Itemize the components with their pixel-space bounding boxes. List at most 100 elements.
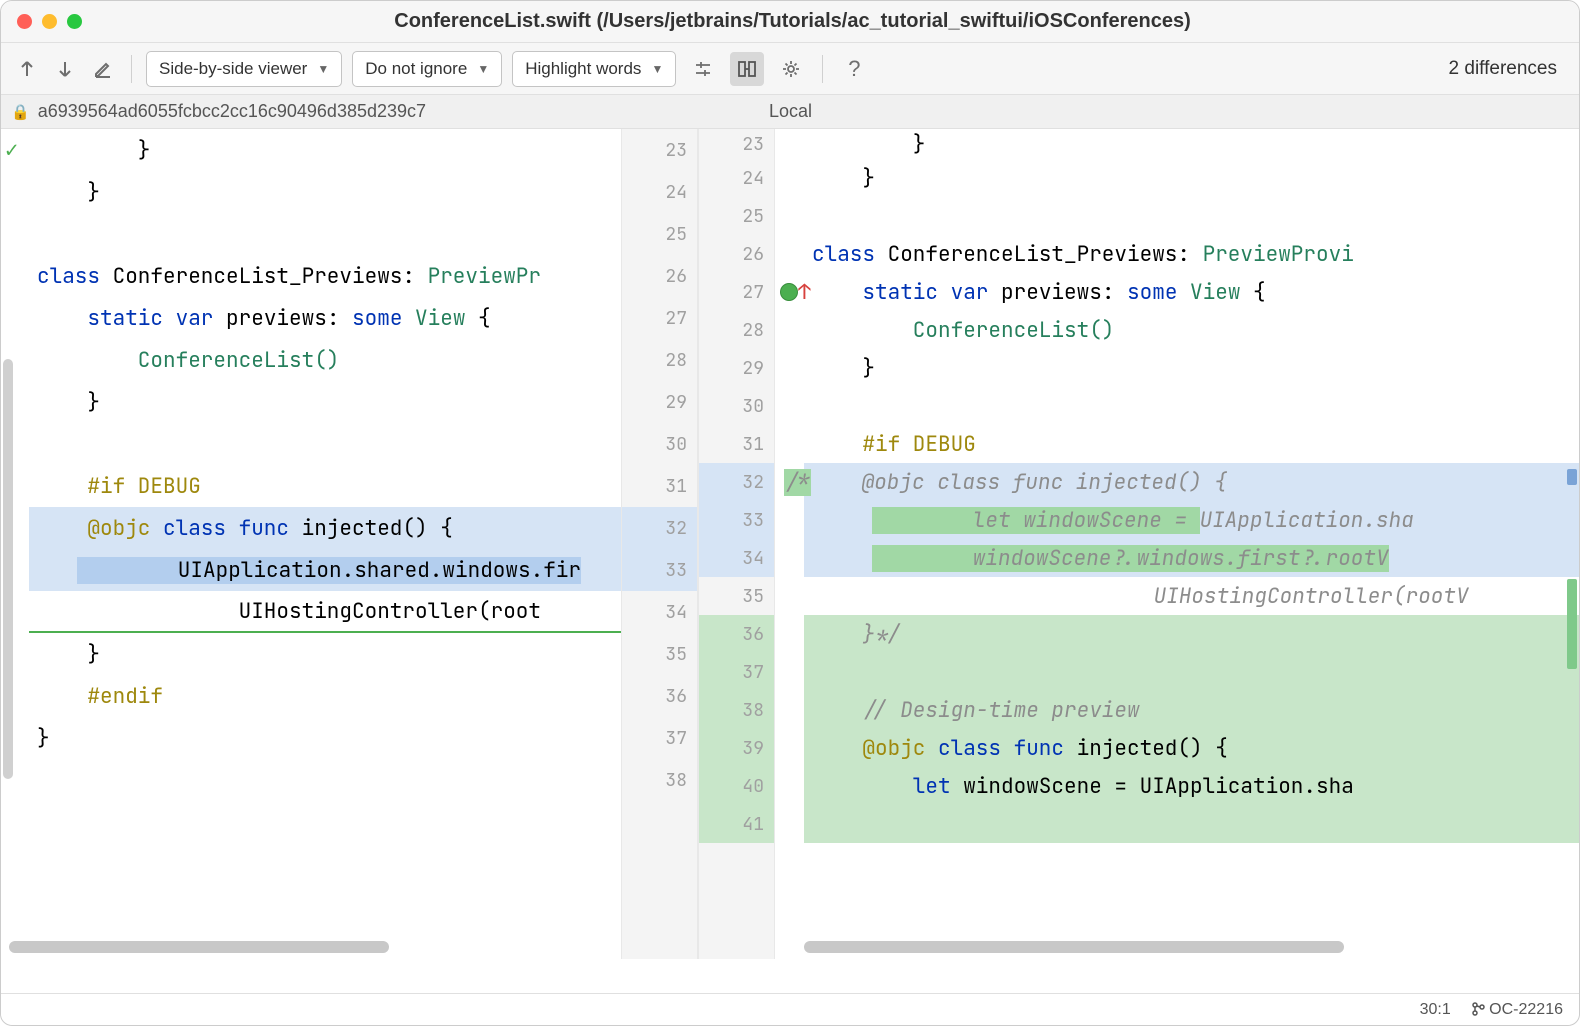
line-number: 39 [699, 729, 774, 767]
line-number: 31 [699, 425, 774, 463]
window-title: ConferenceList.swift (/Users/jetbrains/T… [22, 10, 1563, 33]
code-line [29, 213, 621, 255]
left-line-numbers: 23 24 25 26 27 28 29 30 31 32 33 34 35 3… [621, 129, 698, 959]
line-number: 23 [622, 129, 697, 171]
line-number: 30 [699, 387, 774, 425]
fold-badge-icon[interactable] [780, 283, 798, 301]
line-number: 28 [699, 311, 774, 349]
code-line: UIHostingController(root [29, 591, 621, 633]
code-line [804, 387, 1579, 425]
code-line: } [29, 171, 621, 213]
ignore-mode-label: Do not ignore [365, 59, 467, 79]
line-number: 26 [699, 235, 774, 273]
line-number: 27 [622, 297, 697, 339]
line-number: 32 [622, 507, 697, 549]
code-line: } [804, 129, 1579, 159]
settings-button[interactable] [774, 52, 808, 86]
line-number: 29 [622, 381, 697, 423]
code-line: @objc class func injected() { [29, 507, 621, 549]
code-line: } [804, 159, 1579, 197]
lock-icon: 🔒 [11, 103, 30, 121]
highlight-mode-dropdown[interactable]: Highlight words ▼ [512, 51, 676, 87]
line-number: 32 [699, 463, 774, 501]
code-line: }*/ [804, 615, 1579, 653]
line-number: 37 [699, 653, 774, 691]
code-line: } [29, 129, 621, 171]
horizontal-scrollbar[interactable] [9, 941, 389, 953]
status-bar: 30:1 OC-22216 [1, 993, 1579, 1025]
line-number: 27 [699, 273, 774, 311]
line-number: 26 [622, 255, 697, 297]
code-line: /* @objc class func injected() { [804, 463, 1579, 501]
line-number: 30 [622, 423, 697, 465]
diff-count-label: 2 differences [1449, 58, 1567, 80]
code-line: // Design-time preview [804, 691, 1579, 729]
line-number: 33 [622, 549, 697, 591]
right-error-stripe[interactable] [1565, 129, 1579, 959]
help-button[interactable]: ? [837, 52, 871, 86]
prev-diff-button[interactable] [13, 55, 41, 83]
line-number: 33 [699, 501, 774, 539]
code-line: let windowScene = UIApplication.sha [804, 767, 1579, 805]
line-number-gutter: 23 24 25 26 27 28 29 30 31 32 33 34 35 3… [621, 129, 776, 959]
viewer-mode-label: Side-by-side viewer [159, 59, 307, 79]
code-line: ↑ static var previews: some View { [804, 273, 1579, 311]
vertical-scrollbar[interactable] [3, 359, 13, 779]
ignore-mode-dropdown[interactable]: Do not ignore ▼ [352, 51, 502, 87]
line-number: 25 [699, 197, 774, 235]
highlight-mode-label: Highlight words [525, 59, 641, 79]
titlebar: ConferenceList.swift (/Users/jetbrains/T… [1, 1, 1579, 43]
code-line [804, 197, 1579, 235]
chevron-down-icon: ▼ [477, 62, 489, 76]
code-line [29, 423, 621, 465]
diff-view: ✓ } } class ConferenceList_Previews: Pre… [1, 129, 1579, 959]
line-number: 23 [699, 129, 774, 159]
line-number: 34 [622, 591, 697, 633]
revision-label-bar: 🔒 a6939564ad6055fcbcc2cc16c90496d385d239… [1, 95, 1579, 129]
collapse-unchanged-button[interactable] [686, 52, 720, 86]
code-line: class ConferenceList_Previews: PreviewPr [29, 255, 621, 297]
edit-source-button[interactable] [89, 55, 117, 83]
line-number: 38 [622, 759, 697, 801]
code-line: ConferenceList() [29, 339, 621, 381]
line-number: 35 [622, 633, 697, 675]
code-line [804, 653, 1579, 691]
code-line [804, 805, 1579, 843]
code-line: UIHostingController(rootV [804, 577, 1579, 615]
code-line: ConferenceList() [804, 311, 1579, 349]
line-number: 40 [699, 767, 774, 805]
horizontal-scrollbar[interactable] [804, 941, 1344, 953]
code-line: UIApplication.shared.windows.fir [29, 549, 621, 591]
diff-toolbar: Side-by-side viewer ▼ Do not ignore ▼ Hi… [1, 43, 1579, 95]
left-code-pane[interactable]: ✓ } } class ConferenceList_Previews: Pre… [1, 129, 621, 959]
right-revision-label: Local [769, 101, 812, 122]
code-line: @objc class func injected() { [804, 729, 1579, 767]
line-number: 38 [699, 691, 774, 729]
next-diff-button[interactable] [51, 55, 79, 83]
code-line: } [804, 349, 1579, 387]
line-number: 36 [622, 675, 697, 717]
caret-position: 30:1 [1420, 1001, 1451, 1019]
right-code-pane[interactable]: } } class ConferenceList_Previews: Previ… [776, 129, 1579, 959]
separator [822, 55, 823, 83]
line-number: 36 [699, 615, 774, 653]
code-line: } [29, 633, 621, 675]
arrow-up-icon: ↑ [798, 279, 811, 306]
viewer-mode-dropdown[interactable]: Side-by-side viewer ▼ [146, 51, 342, 87]
code-line: class ConferenceList_Previews: PreviewPr… [804, 235, 1579, 273]
line-number: 34 [699, 539, 774, 577]
chevron-down-icon: ▼ [317, 62, 329, 76]
line-number: 24 [699, 159, 774, 197]
sync-scroll-button[interactable] [730, 52, 764, 86]
chevron-down-icon: ▼ [651, 62, 663, 76]
code-line: #if DEBUG [804, 425, 1579, 463]
git-branch[interactable]: OC-22216 [1471, 1001, 1563, 1019]
line-number: 41 [699, 805, 774, 843]
line-number: 35 [699, 577, 774, 615]
code-line: static var previews: some View { [29, 297, 621, 339]
checkmark-icon: ✓ [5, 135, 18, 164]
line-number: 24 [622, 171, 697, 213]
separator [131, 55, 132, 83]
right-line-numbers: 23 24 25 26 27 28 29 30 31 32 33 34 35 3… [698, 129, 775, 959]
code-line: let windowScene = UIApplication.sha [804, 501, 1579, 539]
